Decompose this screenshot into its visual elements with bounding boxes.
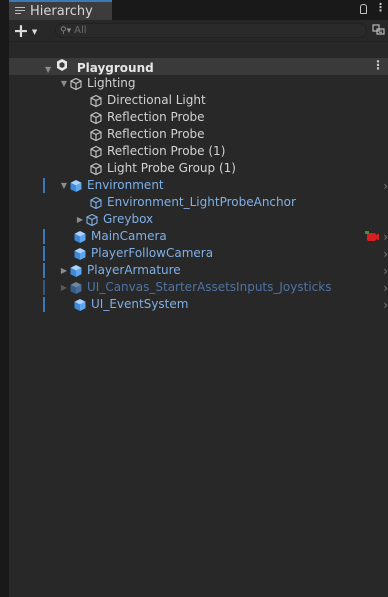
item-label: UI_Canvas_StarterAssetsInputs_Joysticks — [87, 280, 332, 294]
prefab-override-marker — [43, 246, 45, 261]
hierarchy-item-directional-light[interactable]: Directional Light — [9, 92, 388, 109]
hierarchy-panel: Hierarchy ⋮ + ▼ ⚲▾ ▼ Playground ⋮ — [8, 0, 388, 597]
prefab-cube-icon — [70, 179, 82, 192]
prefab-override-marker — [43, 229, 45, 244]
item-label: Environment_LightProbeAnchor — [107, 195, 296, 209]
scene-row[interactable]: ▼ Playground ⋮ — [9, 58, 388, 75]
prefab-override-marker — [43, 297, 45, 312]
prefab-override-marker — [43, 178, 45, 193]
gameobject-outline-icon — [90, 128, 102, 141]
tab-bar: Hierarchy ⋮ — [9, 0, 388, 20]
fold-closed-icon[interactable]: ▶ — [59, 283, 69, 292]
fold-open-icon[interactable]: ▼ — [59, 181, 69, 190]
fold-open-icon[interactable]: ▼ — [59, 79, 69, 88]
gameobject-outline-icon — [90, 145, 102, 158]
prefab-cube-icon — [74, 230, 86, 243]
fold-closed-icon[interactable]: ▶ — [59, 266, 69, 275]
hierarchy-list-icon — [15, 7, 25, 15]
prefab-cube-icon — [74, 247, 86, 260]
hierarchy-item-reflection-probe[interactable]: Reflection Probe — [9, 126, 388, 143]
item-label: Lighting — [87, 76, 136, 90]
item-label: Reflection Probe — [107, 127, 205, 141]
hierarchy-item-playerfollowcamera[interactable]: PlayerFollowCamera › — [9, 245, 388, 262]
hierarchy-item-playerarmature[interactable]: ▶ PlayerArmature › — [9, 262, 388, 279]
prefab-override-marker — [43, 263, 45, 278]
fold-closed-icon[interactable]: ▶ — [75, 215, 85, 224]
gameobject-outline-icon — [90, 111, 102, 124]
gameobject-outline-icon — [90, 196, 102, 209]
chevron-right-icon[interactable]: › — [383, 179, 388, 193]
scene-visibility-filter-icon[interactable] — [372, 24, 385, 35]
hierarchy-item-environment[interactable]: ▼ Environment › — [9, 177, 388, 194]
scene-name: Playground — [76, 61, 154, 75]
chevron-down-icon: ▼ — [31, 28, 38, 36]
plus-icon: + — [13, 20, 29, 42]
create-dropdown-button[interactable]: + ▼ — [13, 21, 43, 41]
chevron-right-icon[interactable]: › — [383, 298, 388, 312]
more-options-icon[interactable]: ⋮ — [375, 2, 386, 14]
lock-icon[interactable] — [360, 4, 367, 14]
item-label: Greybox — [103, 212, 154, 226]
hierarchy-item-reflection-probe-1[interactable]: Reflection Probe (1) — [9, 143, 388, 160]
hierarchy-item-lighting[interactable]: ▼ Lighting — [9, 75, 388, 92]
gameobject-outline-icon — [90, 162, 102, 175]
item-label: PlayerFollowCamera — [91, 246, 214, 260]
fold-open-icon[interactable]: ▼ — [45, 65, 51, 74]
search-input[interactable] — [74, 25, 355, 36]
tab-title: Hierarchy — [30, 3, 93, 19]
item-label: Reflection Probe (1) — [107, 144, 226, 158]
prefab-cube-icon — [70, 264, 82, 277]
item-label: Environment — [87, 178, 164, 192]
gameobject-outline-icon — [70, 77, 82, 90]
gameobject-outline-icon — [90, 94, 102, 107]
hierarchy-item-maincamera[interactable]: MainCamera › — [9, 228, 388, 245]
tab-hierarchy[interactable]: Hierarchy — [9, 0, 112, 20]
tab-actions: ⋮ — [360, 2, 386, 14]
gameobject-outline-icon — [86, 213, 98, 226]
hierarchy-toolbar: + ▼ ⚲▾ — [9, 21, 388, 42]
scene-menu-icon[interactable]: ⋮ — [372, 58, 384, 72]
item-label: UI_EventSystem — [91, 297, 189, 311]
hierarchy-item-ui-canvas[interactable]: ▶ UI_Canvas_StarterAssetsInputs_Joystick… — [9, 279, 388, 296]
chevron-right-icon[interactable]: › — [383, 264, 388, 278]
chevron-right-icon[interactable]: › — [383, 247, 388, 261]
cinemachine-brain-icon — [365, 230, 379, 241]
item-label: MainCamera — [91, 229, 167, 243]
item-label: Reflection Probe — [107, 110, 205, 124]
hierarchy-item-environment-lightprobeanchor[interactable]: Environment_LightProbeAnchor — [9, 194, 388, 211]
item-label: Directional Light — [107, 93, 206, 107]
hierarchy-item-light-probe-group[interactable]: Light Probe Group (1) — [9, 160, 388, 177]
search-icon: ⚲▾ — [60, 25, 72, 36]
prefab-override-marker — [43, 280, 45, 295]
prefab-cube-icon — [70, 281, 82, 294]
item-label: PlayerArmature — [87, 263, 181, 277]
hierarchy-item-ui-eventsystem[interactable]: UI_EventSystem › — [9, 296, 388, 313]
hierarchy-item-reflection-probe[interactable]: Reflection Probe — [9, 109, 388, 126]
item-label: Light Probe Group (1) — [107, 161, 236, 175]
chevron-right-icon[interactable]: › — [383, 230, 388, 244]
prefab-cube-icon — [74, 298, 86, 311]
hierarchy-item-greybox[interactable]: ▶ Greybox — [9, 211, 388, 228]
chevron-right-icon[interactable]: › — [383, 281, 388, 295]
search-field[interactable]: ⚲▾ — [55, 23, 367, 38]
unity-scene-icon — [56, 59, 67, 71]
